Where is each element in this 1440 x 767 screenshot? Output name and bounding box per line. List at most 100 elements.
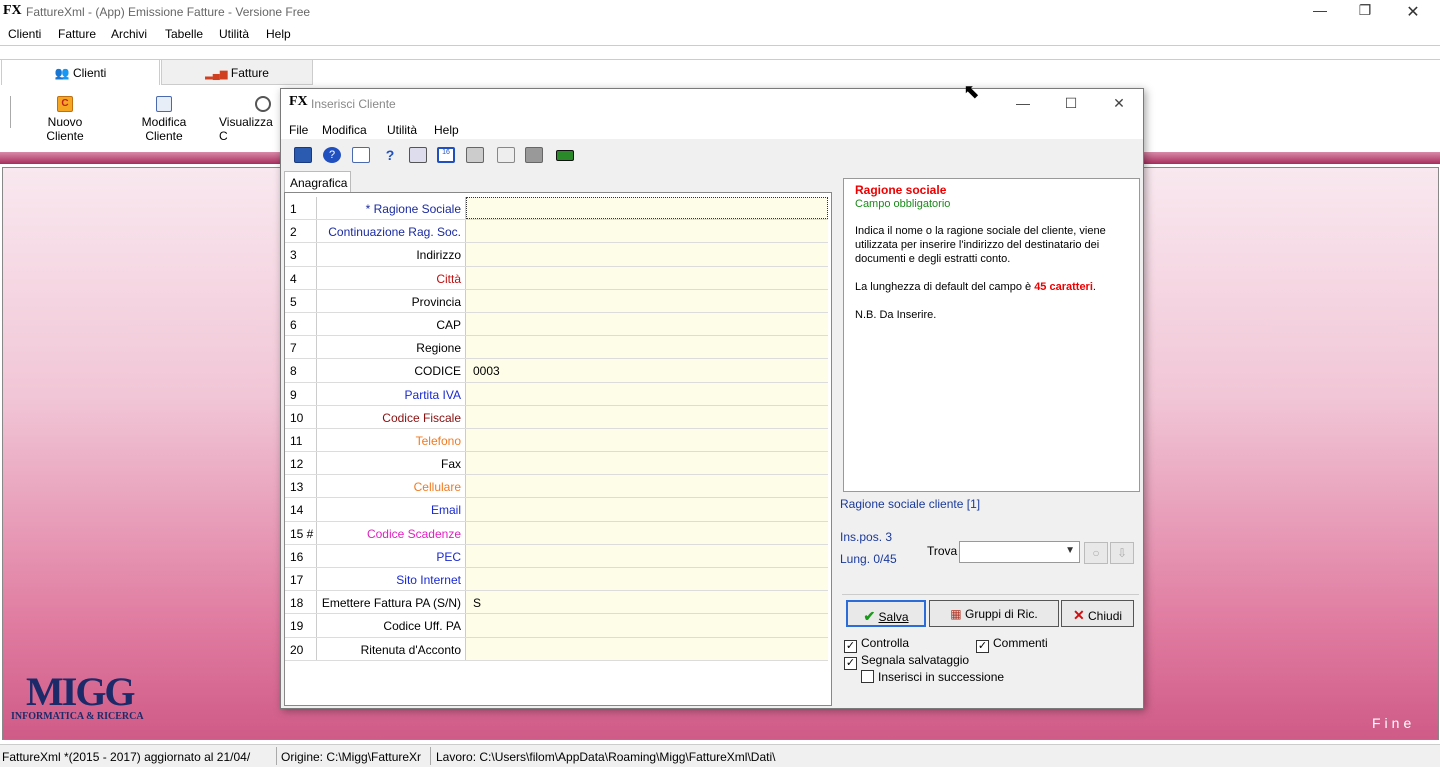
- tab-anagrafica[interactable]: Anagrafica: [284, 171, 351, 193]
- search-button[interactable]: ○: [1084, 542, 1108, 564]
- trova-select[interactable]: ▼: [959, 541, 1080, 563]
- field-value-input[interactable]: [466, 336, 828, 359]
- minimize-icon[interactable]: —: [1297, 2, 1343, 22]
- folder-icon[interactable]: [525, 147, 543, 163]
- field-value-input[interactable]: [466, 266, 828, 289]
- table-row[interactable]: 2 Continuazione Rag. Soc.: [285, 220, 828, 244]
- field-value-input[interactable]: [466, 405, 828, 428]
- visualizza-cliente-button[interactable]: Visualizza C: [219, 96, 281, 143]
- menu-utilita[interactable]: Utilità: [219, 27, 249, 41]
- restore-icon[interactable]: ❐: [1342, 2, 1388, 22]
- field-value-input[interactable]: [466, 428, 828, 452]
- table-row[interactable]: 6 CAP: [285, 312, 828, 337]
- checkbox-box[interactable]: ✓: [844, 640, 857, 653]
- salva-button[interactable]: ✔ Salva: [846, 600, 926, 627]
- field-value-input[interactable]: [466, 197, 828, 220]
- checkbox-box[interactable]: ✓: [844, 657, 857, 670]
- inserisci-successione-checkbox[interactable]: Inserisci in successione: [861, 670, 1004, 684]
- field-value-input[interactable]: [466, 637, 828, 660]
- table-row[interactable]: 12 Fax: [285, 452, 828, 476]
- segnala-salvataggio-checkbox[interactable]: ✓ Segnala salvataggio: [844, 653, 969, 670]
- tab-clienti[interactable]: 👥 Clienti: [1, 59, 160, 85]
- table-row[interactable]: 7 Regione: [285, 336, 828, 360]
- row-number: 11: [285, 428, 317, 452]
- checkmark-icon: ✔: [863, 608, 876, 624]
- field-value-input[interactable]: [466, 568, 828, 591]
- row-number: 10: [285, 405, 317, 428]
- field-value-input[interactable]: [466, 498, 828, 521]
- field-value-input[interactable]: [466, 521, 828, 544]
- field-label: Città: [317, 266, 466, 289]
- field-value-input[interactable]: 0003: [466, 359, 828, 382]
- checkbox-box[interactable]: ✓: [976, 640, 989, 653]
- field-label: Continuazione Rag. Soc.: [317, 220, 466, 243]
- table-row[interactable]: 18 Emettere Fattura PA (S/N) S: [285, 591, 828, 615]
- field-value-input[interactable]: [466, 243, 828, 266]
- table-row[interactable]: 10 Codice Fiscale: [285, 405, 828, 429]
- maximize-icon[interactable]: ☐: [1056, 95, 1086, 112]
- table-row[interactable]: 17 Sito Internet: [285, 568, 828, 592]
- table-row[interactable]: 1 * Ragione Sociale: [285, 197, 828, 221]
- window-icon[interactable]: [294, 147, 312, 163]
- calendar-icon[interactable]: 16: [437, 147, 455, 163]
- field-value-input[interactable]: [466, 475, 828, 498]
- commenti-checkbox[interactable]: ✓ Commenti: [976, 636, 1048, 653]
- field-length: Lung. 0/45: [840, 552, 897, 566]
- gruppi-di-ricerca-button[interactable]: ▦ Gruppi di Ric.: [929, 600, 1059, 627]
- chevron-down-icon[interactable]: ▼: [1065, 545, 1075, 556]
- close-icon[interactable]: ✕: [1390, 2, 1436, 22]
- chiudi-button[interactable]: ✕ Chiudi: [1061, 600, 1134, 627]
- close-icon[interactable]: ✕: [1104, 95, 1134, 112]
- table-row[interactable]: 16 PEC: [285, 544, 828, 568]
- nuovo-cliente-button[interactable]: C Nuovo Cliente: [28, 96, 102, 143]
- calculator-icon[interactable]: [409, 147, 427, 163]
- field-value-input[interactable]: S: [466, 591, 828, 614]
- menu-help[interactable]: Help: [266, 27, 291, 41]
- salva-label: Salva: [878, 610, 909, 624]
- minimize-icon[interactable]: —: [1008, 95, 1038, 111]
- dialog-menu-utilita[interactable]: Utilità: [387, 123, 417, 137]
- app-icon: FX: [3, 3, 22, 18]
- dialog-menu-help[interactable]: Help: [434, 123, 459, 137]
- tab-fatture[interactable]: ▂▄▆ Fatture: [161, 59, 313, 85]
- table-row[interactable]: 3 Indirizzo: [285, 243, 828, 267]
- menu-archivi[interactable]: Archivi: [111, 27, 147, 41]
- controlla-checkbox[interactable]: ✓ Controlla: [844, 636, 909, 653]
- status-bar: FattureXml *(2015 - 2017) aggiornato al …: [0, 744, 1440, 767]
- printer-icon[interactable]: [466, 147, 484, 163]
- help-icon[interactable]: ?: [323, 147, 341, 163]
- menu-tabelle[interactable]: Tabelle: [165, 27, 203, 41]
- question-icon[interactable]: ?: [381, 147, 399, 163]
- table-row[interactable]: 20 Ritenuta d'Acconto: [285, 637, 828, 661]
- field-value-input[interactable]: [466, 382, 828, 405]
- document-icon[interactable]: [352, 147, 370, 163]
- modifica-cliente-button[interactable]: Modifica Cliente: [123, 96, 205, 143]
- fine-label: Fine: [1372, 715, 1416, 731]
- dialog-menu-modifica[interactable]: Modifica: [322, 123, 367, 137]
- table-row[interactable]: 4 Città: [285, 266, 828, 290]
- field-value-input[interactable]: [466, 544, 828, 567]
- menu-fatture[interactable]: Fatture: [58, 27, 96, 41]
- table-row[interactable]: 9 Partita IVA: [285, 382, 828, 406]
- table-row[interactable]: 5 Provincia: [285, 289, 828, 313]
- field-value-input[interactable]: [466, 220, 828, 243]
- search-next-button[interactable]: ⇩: [1110, 542, 1134, 564]
- field-label: Ritenuta d'Acconto: [317, 637, 466, 660]
- checkbox-box[interactable]: [861, 670, 874, 683]
- table-row[interactable]: 11 Telefono: [285, 428, 828, 453]
- field-value-input[interactable]: [466, 452, 828, 475]
- field-value-input[interactable]: [466, 289, 828, 312]
- table-row[interactable]: 14 Email: [285, 498, 828, 522]
- field-label: Cellulare: [317, 475, 466, 498]
- dialog-menu-file[interactable]: File: [289, 123, 308, 137]
- field-value-input[interactable]: [466, 312, 828, 336]
- keyboard-icon[interactable]: [556, 150, 574, 161]
- copy-icon[interactable]: [497, 147, 515, 163]
- divider: [0, 45, 1440, 46]
- table-row[interactable]: 15 # Codice Scadenze: [285, 521, 828, 545]
- table-row[interactable]: 8 CODICE 0003: [285, 359, 828, 383]
- menu-clienti[interactable]: Clienti: [8, 27, 41, 41]
- field-value-input[interactable]: [466, 614, 828, 637]
- table-row[interactable]: 13 Cellulare: [285, 475, 828, 499]
- table-row[interactable]: 19 Codice Uff. PA: [285, 614, 828, 638]
